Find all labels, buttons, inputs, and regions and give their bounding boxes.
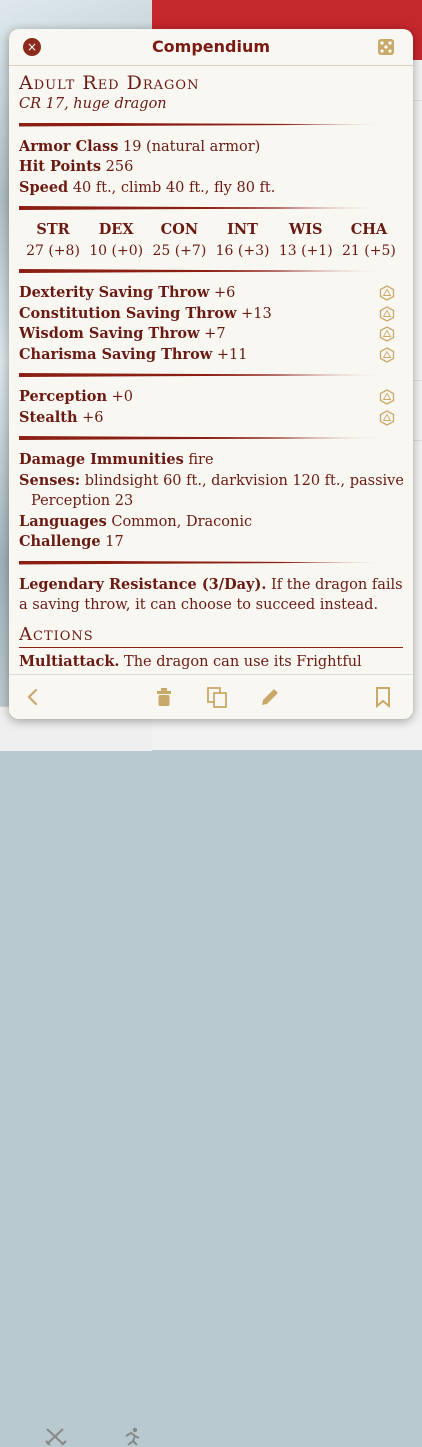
saving-throw-wis[interactable]: Wisdom Saving Throw +7 [19, 324, 403, 345]
ability-dex[interactable]: DEX 10 (+0) [88, 220, 144, 261]
bookmark-icon[interactable] [371, 685, 395, 709]
d20-roll-icon[interactable] [379, 305, 395, 322]
page-title: Compendium [151, 37, 271, 56]
damage-immunities: Damage Immunities fire [19, 451, 214, 468]
speed: Speed 40 ft., climb 40 ft., fly 80 ft. [19, 178, 276, 196]
ability-cha[interactable]: CHA 21 (+5) [341, 220, 397, 261]
monster-subtitle: CR 17, huge dragon [19, 96, 167, 112]
dice-icon[interactable] [377, 38, 395, 56]
d20-roll-icon[interactable] [379, 326, 395, 342]
ability-str[interactable]: STR 27 (+8) [25, 220, 81, 261]
languages: Languages Common, Draconic [19, 512, 253, 530]
d20-roll-icon[interactable] [379, 389, 395, 405]
ability-wis[interactable]: WIS 13 (+1) [278, 220, 334, 261]
back-chevron-icon[interactable] [21, 685, 45, 709]
action-multiattack: Multiattack. The dragon can use its Frig… [19, 652, 362, 670]
ability-con[interactable]: CON 25 (+7) [151, 220, 207, 261]
hit-points: Hit Points 256 [19, 158, 134, 175]
ability-scores: STR 27 (+8) DEX 10 (+0) CON 25 (+7) INT 16 (… [19, 220, 403, 261]
bottom-toolbar [9, 674, 413, 719]
swords-icon [45, 1428, 67, 1446]
divider [19, 436, 393, 440]
running-icon [125, 1427, 140, 1446]
duplicate-icon[interactable] [205, 685, 229, 709]
d20-roll-icon[interactable] [379, 409, 395, 426]
compendium-card: × Compendium Adult Red Dragon CR 17, hug… [9, 29, 413, 719]
armor-class: Armor Class 19 (natural armor) [19, 137, 261, 155]
challenge: Challenge 17 [19, 533, 124, 550]
divider [19, 269, 393, 273]
divider [19, 206, 393, 210]
senses: Senses: blindsight 60 ft., darkvision 12… [19, 471, 403, 489]
title-bar: × Compendium [9, 29, 413, 66]
senses-continued: Perception 23 [31, 493, 134, 509]
divider [19, 122, 393, 127]
trash-icon[interactable] [152, 685, 176, 709]
actions-heading: Actions [19, 624, 403, 648]
saving-throw-cha[interactable]: Charisma Saving Throw +11 [19, 345, 403, 366]
ability-int[interactable]: INT 16 (+3) [215, 220, 271, 261]
divider [19, 560, 393, 565]
edit-pencil-icon[interactable] [258, 685, 282, 709]
divider [19, 373, 393, 377]
saving-throw-con[interactable]: Constitution Saving Throw +13 [19, 304, 403, 325]
skill-perception[interactable]: Perception +0 [19, 387, 403, 408]
saving-throw-dex[interactable]: Dexterity Saving Throw +6 [19, 283, 403, 304]
d20-roll-icon[interactable] [379, 285, 395, 301]
d20-roll-icon[interactable] [379, 346, 395, 363]
trait-legendary-resistance: Legendary Resistance (3/Day). If the dra… [19, 575, 403, 614]
monster-name: Adult Red Dragon [19, 72, 200, 94]
stat-block: Adult Red Dragon CR 17, huge dragon Armo… [19, 66, 403, 674]
skill-stealth[interactable]: Stealth +6 [19, 408, 403, 429]
